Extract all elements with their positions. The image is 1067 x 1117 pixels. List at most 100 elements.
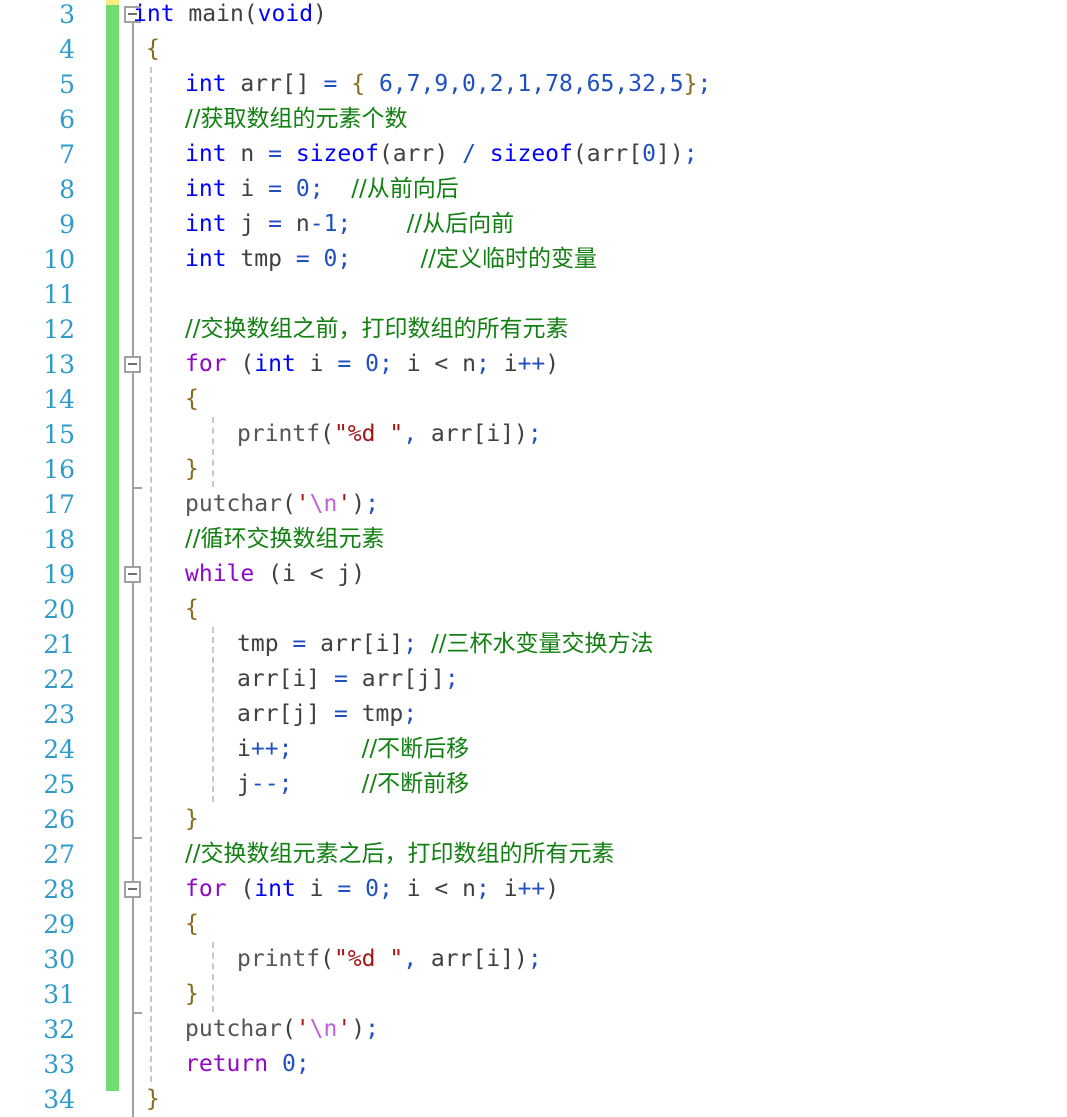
code-line[interactable]: //交换数组元素之后，打印数组的所有元素: [185, 837, 615, 872]
code-token: i: [309, 351, 324, 377]
code-token: i: [292, 666, 307, 692]
code-line[interactable]: putchar('\n');: [185, 487, 379, 522]
code-line[interactable]: int j = n-1; //从后向前: [185, 207, 514, 242]
code-line[interactable]: putchar('\n');: [185, 1012, 379, 1047]
code-token: int: [254, 351, 296, 377]
code-line[interactable]: int n = sizeof(arr) / sizeof(arr[0]);: [185, 137, 698, 172]
code-token: 0: [281, 1051, 296, 1077]
code-token: arr: [392, 141, 435, 167]
code-line[interactable]: printf("%d ", arr[i]);: [237, 942, 542, 977]
code-token: ]: [430, 666, 445, 692]
code-token: =: [295, 246, 310, 272]
code-token: }: [185, 981, 199, 1007]
code-token: i: [503, 351, 518, 377]
code-token: ;: [527, 421, 542, 447]
code-line[interactable]: arr[j] = tmp;: [237, 697, 417, 732]
code-token: tmp: [361, 701, 404, 727]
code-token: tmp: [240, 246, 282, 272]
code-line[interactable]: printf("%d ", arr[i]);: [237, 417, 542, 452]
code-token: ]): [500, 946, 528, 972]
code-token: =: [333, 666, 348, 692]
code-token: <: [434, 876, 449, 902]
code-token: /: [462, 141, 476, 167]
code-line[interactable]: //交换数组之前，打印数组的所有元素: [185, 312, 569, 347]
code-token: }: [185, 806, 199, 832]
code-token: =: [333, 701, 348, 727]
code-token: =: [268, 211, 282, 237]
code-token: =: [268, 141, 282, 167]
code-line[interactable]: {: [185, 382, 199, 417]
code-token: i: [406, 351, 421, 377]
code-line[interactable]: //循环交换数组元素: [185, 522, 385, 557]
code-token: i: [486, 421, 501, 447]
code-token: ,: [403, 946, 418, 972]
code-token: j: [292, 701, 307, 727]
code-token: ': [295, 1016, 310, 1042]
code-line[interactable]: return 0;: [185, 1047, 310, 1082]
code-token: int: [185, 141, 227, 167]
code-token: {: [351, 71, 366, 97]
code-line[interactable]: {: [185, 907, 199, 942]
code-text-area[interactable]: int main(void){int arr[] = { 6,7,9,0,2,1…: [0, 0, 1067, 1112]
code-token: ]: [306, 666, 321, 692]
code-token: ;: [475, 876, 490, 902]
code-line[interactable]: arr[i] = arr[j];: [237, 662, 459, 697]
code-token: ;: [527, 946, 542, 972]
code-line[interactable]: }: [185, 802, 199, 837]
code-token: printf: [237, 946, 321, 972]
code-line[interactable]: int arr[] = { 6,7,9,0,2,1,78,65,32,5};: [185, 67, 711, 102]
code-line[interactable]: {: [146, 32, 160, 67]
code-token: i: [240, 176, 255, 202]
code-token: ;: [683, 141, 698, 167]
code-line[interactable]: i++; //不断后移: [237, 732, 469, 767]
code-line[interactable]: j--; //不断前移: [237, 767, 469, 802]
code-token: {: [185, 386, 199, 412]
code-token: (: [240, 876, 255, 902]
code-token: ': [337, 491, 352, 517]
code-line[interactable]: {: [185, 592, 199, 627]
code-token: ,: [403, 421, 418, 447]
code-token: --: [250, 771, 279, 797]
code-line[interactable]: int main(void): [133, 0, 327, 32]
code-line[interactable]: int i = 0; //从前向后: [185, 172, 459, 207]
code-token: n: [462, 876, 476, 902]
code-token: ;: [365, 1016, 379, 1042]
code-token: ]): [656, 141, 684, 167]
code-editor-viewport[interactable]: 3 4 5 6 7 8 9 10 11 12 13 14 15 16 17 18 19 20 21 22 23 24 25 2…: [0, 0, 1067, 1117]
code-token: //定义临时的变量: [420, 246, 598, 272]
code-token: (: [281, 491, 296, 517]
code-line[interactable]: int tmp = 0; //定义临时的变量: [185, 242, 597, 277]
code-token: main: [188, 1, 244, 27]
code-token: =: [268, 176, 282, 202]
code-line[interactable]: tmp = arr[i]; //三杯水变量交换方法: [237, 627, 653, 662]
code-token: 0: [642, 141, 656, 167]
code-line[interactable]: }: [185, 452, 199, 487]
code-token: 0: [365, 351, 379, 377]
code-line[interactable]: }: [146, 1082, 160, 1117]
code-line[interactable]: while (i < j): [185, 557, 365, 592]
code-line[interactable]: //获取数组的元素个数: [185, 102, 408, 137]
code-token: ++: [517, 351, 546, 377]
code-line[interactable]: for (int i = 0; i < n; i++): [185, 872, 559, 907]
code-token: (: [320, 421, 334, 447]
code-token: {: [185, 911, 199, 937]
code-line[interactable]: }: [185, 977, 199, 1012]
code-token: ;: [309, 176, 324, 202]
code-token: j: [240, 211, 255, 237]
code-line[interactable]: for (int i = 0; i < n; i++): [185, 347, 559, 382]
